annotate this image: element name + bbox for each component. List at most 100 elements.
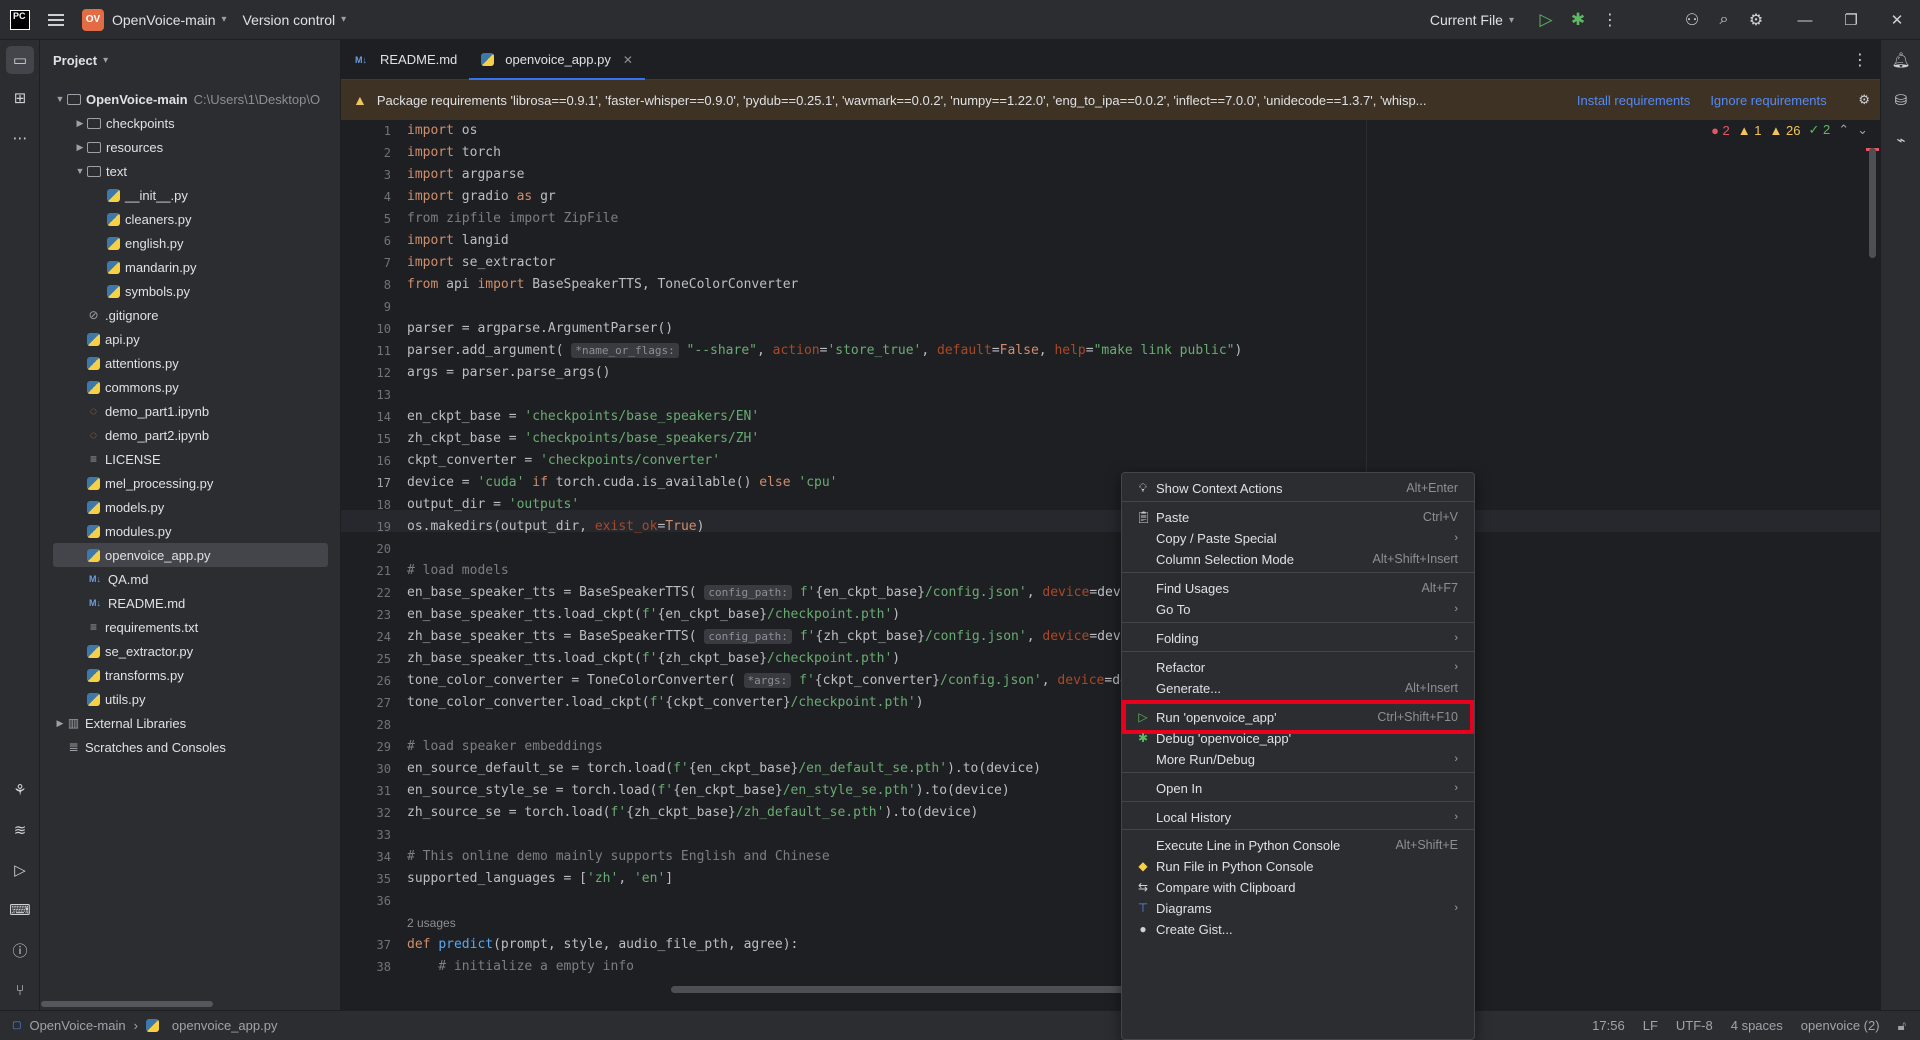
menu-item-open-in[interactable]: Open In › (1126, 775, 1470, 801)
structure-tool-icon[interactable]: ⊞ (6, 84, 34, 112)
chevron-up-icon[interactable]: ⌃ (1838, 122, 1849, 138)
line-separator[interactable]: LF (1643, 1018, 1658, 1033)
menu-item-show-context-actions[interactable]: 💡︎ Show Context Actions Alt+Enter (1126, 475, 1470, 501)
tree-file[interactable]: symbols.py (40, 279, 340, 303)
gear-icon[interactable]: ⚙ (1858, 92, 1870, 108)
chevron-down-icon[interactable]: ▼ (73, 166, 87, 176)
more-vertical-icon[interactable]: ⋮ (1594, 4, 1626, 36)
project-panel-scrollbar[interactable] (41, 1001, 213, 1007)
line-number: 16 (376, 454, 391, 468)
terminal-icon[interactable]: ⌨ (6, 896, 34, 924)
tree-folder[interactable]: ▼ text (40, 159, 340, 183)
file-encoding[interactable]: UTF-8 (1676, 1018, 1713, 1033)
editor-tab[interactable]: M↓ README.md (341, 40, 469, 79)
add-user-icon[interactable]: ⚇ (1676, 4, 1708, 36)
code-text[interactable]: import os import torch import argparse i… (407, 120, 1242, 978)
more-tools-icon[interactable]: ⋯ (6, 124, 34, 152)
chevron-right-icon: › (1454, 661, 1458, 673)
run-icon[interactable]: ▷ (1530, 4, 1562, 36)
tree-file[interactable]: cleaners.py (40, 207, 340, 231)
menu-item-generate[interactable]: Generate... Alt+Insert (1126, 675, 1470, 701)
lock-icon[interactable]: 🔓︎ (1898, 1018, 1906, 1034)
tree-file[interactable]: M↓ QA.md (40, 567, 340, 591)
database-icon[interactable]: ⛁ (1887, 86, 1915, 114)
menu-item-create-gist[interactable]: ● Create Gist... (1126, 916, 1470, 942)
search-icon[interactable]: ⌕ (1708, 4, 1740, 36)
chevron-down-icon[interactable]: ⌄ (1857, 122, 1868, 138)
tree-file[interactable]: api.py (40, 327, 340, 351)
project-tool-icon[interactable]: ▭ (6, 46, 34, 74)
tree-file[interactable]: M↓ README.md (40, 591, 340, 615)
tree-file[interactable]: utils.py (40, 687, 340, 711)
line-number: 37 (376, 938, 391, 952)
menu-item-go-to[interactable]: Go To › (1126, 596, 1470, 622)
problems-icon[interactable]: ⓘ (6, 936, 34, 964)
tree-file[interactable]: ◌ demo_part1.ipynb (40, 399, 340, 423)
tree-file[interactable]: mel_processing.py (40, 471, 340, 495)
breadcrumb-file[interactable]: openvoice_app.py (172, 1018, 278, 1033)
chevron-right-icon[interactable]: ▶ (73, 142, 87, 153)
caret-position[interactable]: 17:56 (1592, 1018, 1625, 1033)
tree-file[interactable]: attentions.py (40, 351, 340, 375)
python-interpreter[interactable]: openvoice (2) (1801, 1018, 1880, 1033)
editor-tab[interactable]: openvoice_app.py ✕ (469, 40, 645, 80)
problems-indicator[interactable]: ● 2 ▲ 1 ▲ 26 ✓ 2 ⌃ ⌄ (1711, 122, 1868, 138)
services-icon[interactable]: ▷ (6, 856, 34, 884)
tree-file[interactable]: english.py (40, 231, 340, 255)
tree-file[interactable]: ≡ LICENSE (40, 447, 340, 471)
tree-file[interactable]: ≡ requirements.txt (40, 615, 340, 639)
chevron-right-icon[interactable]: ▶ (53, 718, 67, 729)
usages-hint[interactable]: 2 usages (407, 916, 456, 930)
external-libraries[interactable]: ▶ ▥ External Libraries (40, 711, 340, 735)
tree-file[interactable]: models.py (40, 495, 340, 519)
menu-item-column-selection-mode[interactable]: Column Selection Mode Alt+Shift+Insert (1126, 546, 1470, 572)
project-panel-header[interactable]: Project ▾ (40, 40, 340, 80)
tree-root[interactable]: ▼ OpenVoice-main C:\Users\1\Desktop\O (40, 87, 340, 111)
library-icon: ▥ (67, 716, 80, 730)
ignore-requirements-link[interactable]: Ignore requirements (1710, 93, 1826, 108)
scratches-and-consoles[interactable]: ≣ Scratches and Consoles (40, 735, 340, 759)
project-badge[interactable]: OV (82, 8, 104, 31)
menu-item-local-history[interactable]: Local History › (1126, 804, 1470, 830)
tree-folder[interactable]: ▶ checkpoints (40, 111, 340, 135)
menu-item-label: Show Context Actions (1156, 480, 1283, 496)
close-window-icon[interactable]: ✕ (1874, 0, 1920, 40)
notifications-icon[interactable]: 🔔︎ (1887, 46, 1915, 74)
python-packages-icon[interactable]: ⚘ (6, 776, 34, 804)
tree-file[interactable]: ⊘ .gitignore (40, 303, 340, 327)
tree-file[interactable]: openvoice_app.py (53, 543, 328, 567)
gear-icon[interactable]: ⚙ (1740, 4, 1772, 36)
tree-file[interactable]: transforms.py (40, 663, 340, 687)
tree-file[interactable]: modules.py (40, 519, 340, 543)
install-requirements-link[interactable]: Install requirements (1577, 93, 1690, 108)
tree-file[interactable]: __init__.py (40, 183, 340, 207)
indent-setting[interactable]: 4 spaces (1731, 1018, 1783, 1033)
tree-folder[interactable]: ▶ resources (40, 135, 340, 159)
tab-label: openvoice_app.py (505, 52, 611, 67)
breadcrumb-project[interactable]: OpenVoice-main (29, 1018, 125, 1033)
layers-icon[interactable]: ≋ (6, 816, 34, 844)
tabs-more-icon[interactable]: ⋮ (1852, 50, 1868, 70)
sciview-icon[interactable]: ⌁ (1887, 126, 1915, 154)
tree-file[interactable]: mandarin.py (40, 255, 340, 279)
chevron-right-icon[interactable]: ▶ (73, 118, 87, 129)
tree-file[interactable]: commons.py (40, 375, 340, 399)
line-gutter[interactable]: 1 2 3 4 5 6 7 8 9 10 11 12 13 14 15 16 17 18 19 20 21 22 23 24 2… (341, 120, 401, 978)
main-menu-icon[interactable] (48, 13, 64, 26)
minimize-icon[interactable]: — (1782, 0, 1828, 40)
git-icon[interactable]: ⑂ (6, 976, 34, 1004)
line-number: 23 (376, 608, 391, 622)
menu-item-folding[interactable]: Folding › (1126, 625, 1470, 651)
run-config-dropdown[interactable]: Current File ▾ (1430, 12, 1514, 28)
debug-icon[interactable]: ✱ (1562, 4, 1594, 36)
close-tab-icon[interactable]: ✕ (623, 53, 633, 67)
tree-file[interactable]: ◌ demo_part2.ipynb (40, 423, 340, 447)
menu-item-more-run-debug[interactable]: More Run/Debug › (1126, 746, 1470, 772)
tree-file[interactable]: se_extractor.py (40, 639, 340, 663)
project-switcher[interactable]: OpenVoice-main ▾ (112, 12, 227, 28)
pycharm-logo-icon[interactable]: PC (10, 9, 30, 30)
editor-vertical-scrollbar[interactable] (1869, 148, 1876, 258)
vcs-dropdown[interactable]: Version control ▾ (243, 12, 347, 28)
code-area[interactable]: 1 2 3 4 5 6 7 8 9 10 11 12 13 14 15 16 17 18 19 20 21 22 23 24 2… (341, 120, 1880, 1010)
restore-icon[interactable]: ❐ (1828, 0, 1874, 40)
